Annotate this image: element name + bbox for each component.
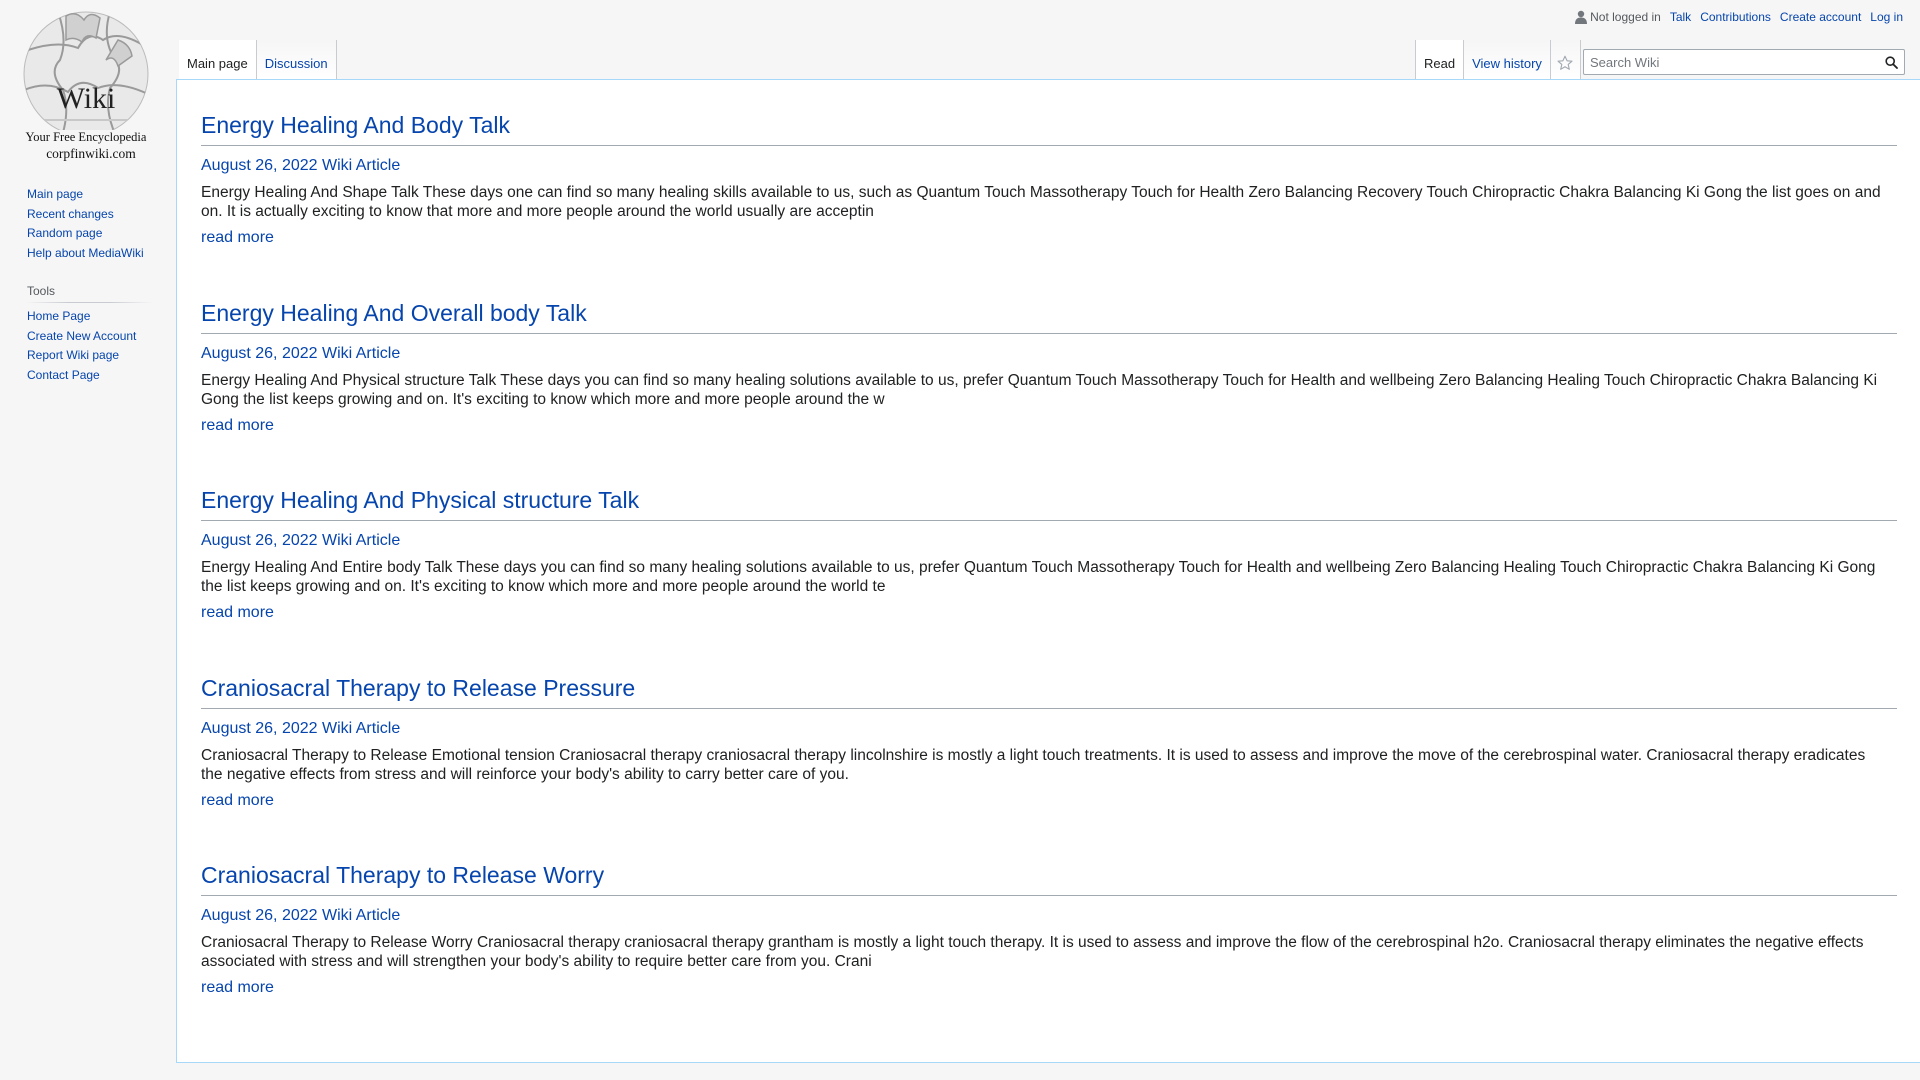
tab-view-history-label: View history [1472,56,1542,71]
user-icon [1575,10,1588,24]
sidebar-item-recent-changes[interactable]: Recent changes [27,207,114,221]
read-more-link[interactable]: read more [201,417,274,435]
search-box [1583,49,1905,75]
article-excerpt: Craniosacral Therapy to Release Emotiona… [201,746,1866,783]
tab-read[interactable]: Read [1415,40,1465,80]
create-account-link[interactable]: Create account [1780,10,1861,24]
star-icon [1557,55,1573,70]
list-item: Energy Healing And Overall body Talk Aug… [201,268,1897,456]
tab-read-label: Read [1424,56,1456,71]
view-tabs: Read View history [1415,40,1581,80]
namespace-tabs: Main page Discussion [179,40,337,80]
sidebar-item-random-page[interactable]: Random page [27,226,102,240]
list-item: Craniosacral Therapy to Release Worry Au… [201,830,1897,1018]
read-more-link[interactable]: read more [201,229,274,247]
sidebar-item-main-page[interactable]: Main page [27,187,83,201]
tab-discussion-label: Discussion [264,56,328,71]
not-logged-in-status: Not logged in [1575,10,1661,24]
log-in-link[interactable]: Log in [1870,10,1903,24]
logo-domain: corpfinwiki.com [46,146,136,161]
site-logo[interactable]: Wiki Your Free Encyclopedia corpfinwiki.… [18,10,154,162]
sidebar: Main page Recent changes Random page Hel… [27,186,177,386]
article-title[interactable]: Craniosacral Therapy to Release Pressure [201,673,1897,709]
list-item: Energy Healing And Body Talk August 26, … [201,80,1897,268]
search-icon [1884,55,1898,69]
article-excerpt: Energy Healing And Physical structure Ta… [201,371,1878,408]
sidebar-item-contact-page[interactable]: Contact Page [27,368,100,382]
article-meta[interactable]: August 26, 2022 Wiki Article [201,907,400,925]
talk-link[interactable]: Talk [1670,10,1691,24]
article-meta[interactable]: August 26, 2022 Wiki Article [201,157,400,175]
article-title[interactable]: Energy Healing And Overall body Talk [201,298,1897,334]
watch-star-button[interactable] [1550,40,1581,80]
sidebar-item-create-new-account[interactable]: Create New Account [27,329,136,343]
article-title[interactable]: Energy Healing And Physical structure Ta… [201,485,1897,521]
article-meta[interactable]: August 26, 2022 Wiki Article [201,720,400,738]
navigation-portal: Main page Recent changes Random page Hel… [27,186,177,264]
article-meta[interactable]: August 26, 2022 Wiki Article [201,532,400,550]
personal-tools: Not logged in Talk Contributions Create … [1566,10,1903,24]
article-excerpt: Energy Healing And Shape Talk These days… [201,184,1881,220]
read-more-link[interactable]: read more [201,792,274,810]
article-title[interactable]: Craniosacral Therapy to Release Worry [201,860,1897,896]
article-title[interactable]: Energy Healing And Body Talk [201,110,1897,146]
tools-heading: Tools [27,284,152,303]
article-meta[interactable]: August 26, 2022 Wiki Article [201,345,400,363]
list-item: Energy Healing And Physical structure Ta… [201,455,1897,643]
read-more-link[interactable]: read more [201,979,274,997]
read-more-link[interactable]: read more [201,604,274,622]
logo-wordmark: Wiki [56,82,116,115]
sidebar-item-report-wiki-page[interactable]: Report Wiki page [27,348,119,362]
search-input[interactable] [1584,54,1878,70]
not-logged-in-label: Not logged in [1590,10,1661,24]
article-excerpt: Energy Healing And Entire body Talk Thes… [201,559,1876,595]
tab-main-page[interactable]: Main page [179,40,257,80]
sidebar-item-home-page[interactable]: Home Page [27,309,90,323]
sidebar-item-help[interactable]: Help about MediaWiki [27,246,144,260]
logo-tagline: Your Free Encyclopedia [25,130,147,144]
article-excerpt: Craniosacral Therapy to Release Worry Cr… [201,934,1864,970]
tab-view-history[interactable]: View history [1464,40,1551,80]
tab-discussion[interactable]: Discussion [256,40,337,80]
search-button[interactable] [1878,50,1904,74]
main-content: Energy Healing And Body Talk August 26, … [176,79,1920,1063]
list-item: Craniosacral Therapy to Release Pressure… [201,643,1897,831]
article-list: Energy Healing And Body Talk August 26, … [201,80,1897,1018]
tab-main-page-label: Main page [187,56,248,71]
contributions-link[interactable]: Contributions [1700,10,1771,24]
tools-portal: Home Page Create New Account Report Wiki… [27,308,177,386]
